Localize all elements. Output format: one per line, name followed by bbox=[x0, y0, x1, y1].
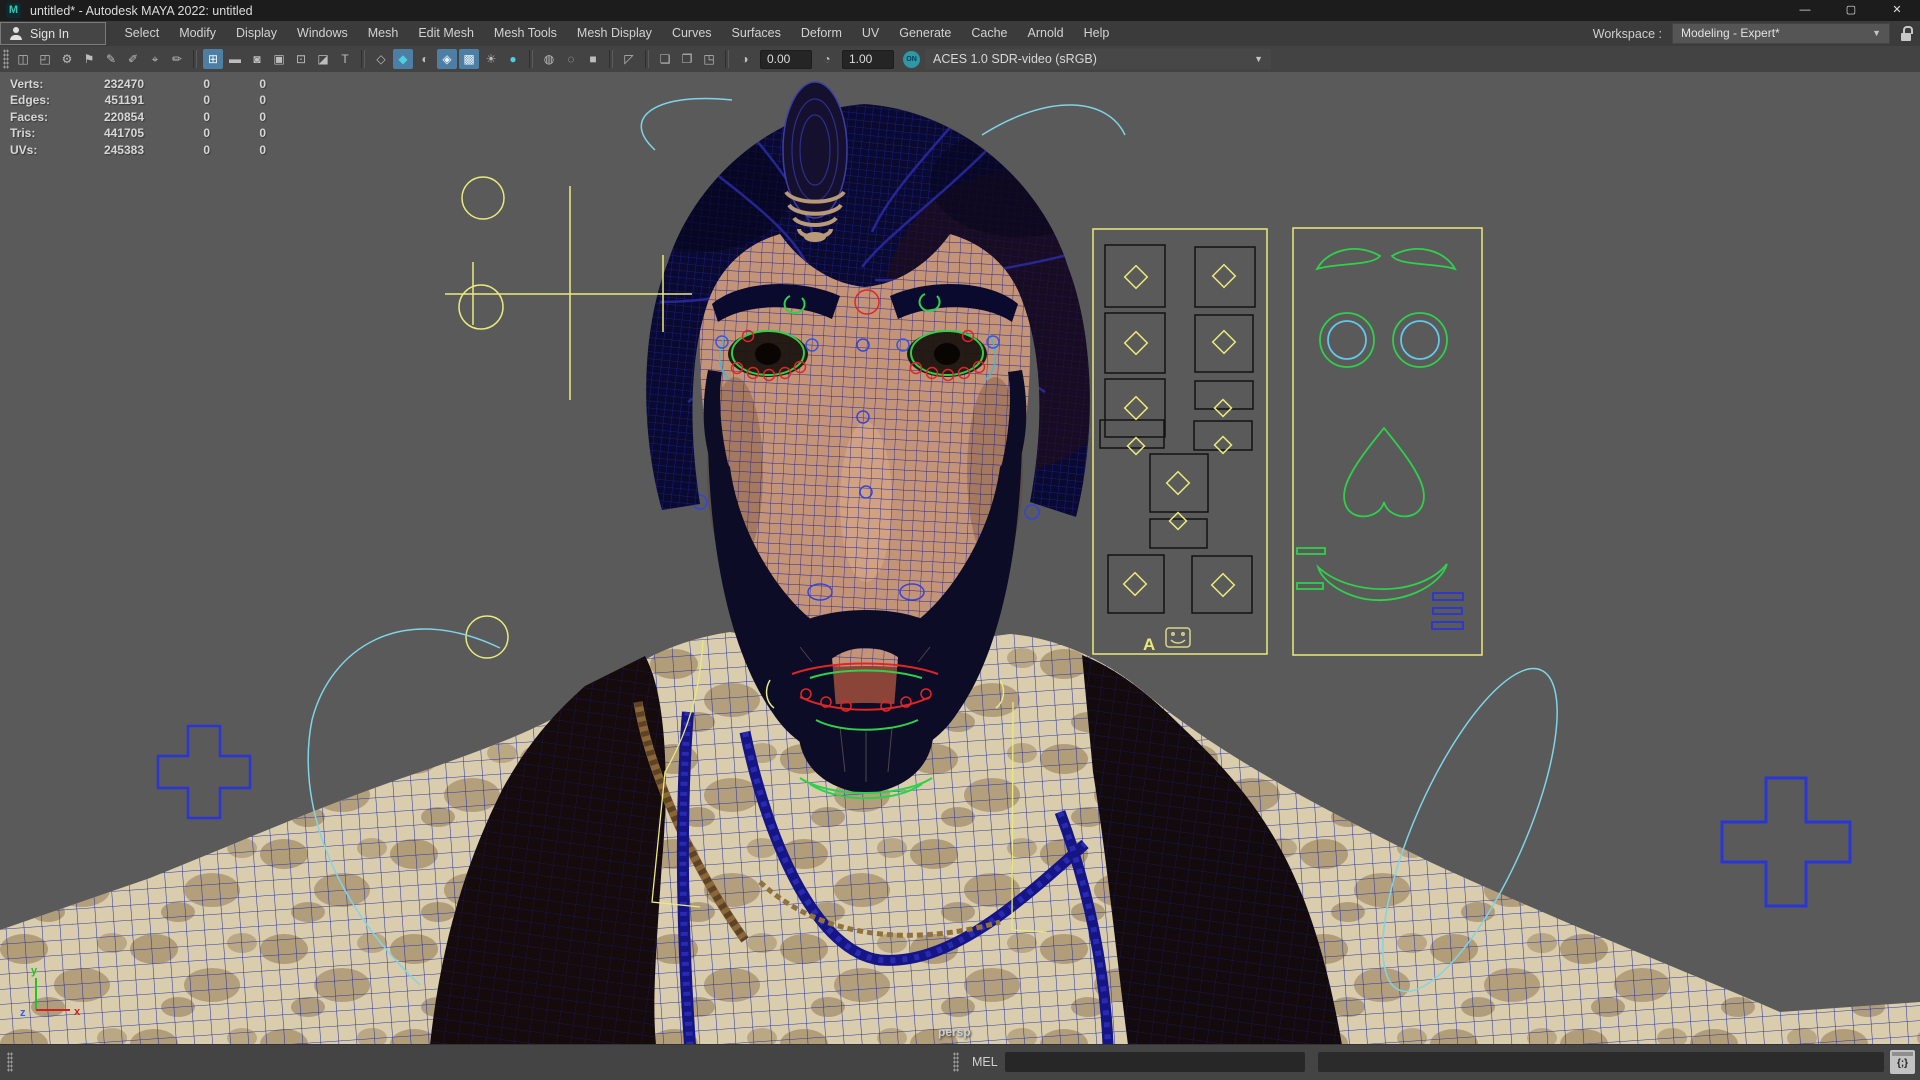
menu-mesh-display[interactable]: Mesh Display bbox=[567, 21, 662, 46]
menu-bar: teSelectModifyDisplayWindowsMeshEdit Mes… bbox=[0, 21, 1920, 47]
hud-row: Tris: 441705 0 0 bbox=[10, 126, 266, 141]
gamma-field[interactable]: 1.00 bbox=[842, 49, 894, 69]
hud-toggle-icon[interactable]: T bbox=[335, 49, 355, 69]
separator bbox=[609, 50, 613, 68]
smooth-shade-icon[interactable]: ◆ bbox=[393, 49, 413, 69]
maya-logo-icon: M bbox=[6, 3, 21, 18]
copy-icon[interactable]: ❐ bbox=[677, 49, 697, 69]
menu-deform[interactable]: Deform bbox=[791, 21, 852, 46]
menu-surfaces[interactable]: Surfaces bbox=[722, 21, 791, 46]
poly-count-hud: Verts: 232470 0 0 Edges: 451191 0 0 Faces: 220854… bbox=[10, 77, 266, 159]
hud-row: Edges: 451191 0 0 bbox=[10, 93, 266, 108]
plane-icon[interactable]: ■ bbox=[583, 49, 603, 69]
command-language-label[interactable]: MEL bbox=[972, 1055, 998, 1069]
status-line: ◫ ◰ ⚙ ⚑ ✎ ✐ ⌖ ✏ ⊞ ▬ ◙ ▣ ⊡ ◪ T ◇ ◆ ◐ ◈ ▩ ☀ ● ◍ ◌ ■ ◸ ❏ ❐ ◳ ◑ 0.00 ◔ 1.… bbox=[0, 46, 1920, 73]
menu-uv[interactable]: UV bbox=[852, 21, 889, 46]
checker-icon[interactable]: ▩ bbox=[459, 49, 479, 69]
exposure-field[interactable]: 0.00 bbox=[760, 49, 812, 69]
restore-button[interactable]: ▢ bbox=[1828, 0, 1874, 21]
separator bbox=[529, 50, 533, 68]
camera-lock-icon[interactable]: ◰ bbox=[35, 49, 55, 69]
title-bar: M untitled* - Autodesk MAYA 2022: untitl… bbox=[0, 0, 1920, 21]
resolution-gate-icon[interactable]: ◙ bbox=[247, 49, 267, 69]
ao-icon[interactable]: ◍ bbox=[539, 49, 559, 69]
camera-label: persp bbox=[938, 1025, 971, 1039]
chevron-down-icon: ▼ bbox=[1872, 28, 1881, 38]
chevron-down-icon: ▼ bbox=[1254, 54, 1263, 64]
render-view-icon[interactable]: ◫ bbox=[13, 49, 33, 69]
menu-curves[interactable]: Curves bbox=[662, 21, 722, 46]
workspace-value: Modeling - Expert* bbox=[1681, 26, 1780, 40]
grid-icon[interactable]: ⊞ bbox=[203, 49, 223, 69]
svg-text:x: x bbox=[74, 1006, 81, 1018]
bookmark-icon[interactable]: ⚑ bbox=[79, 49, 99, 69]
zoom-select-icon[interactable]: ⌖ bbox=[145, 49, 165, 69]
duplicate-icon[interactable]: ❏ bbox=[655, 49, 675, 69]
view-transform-dropdown[interactable]: ACES 1.0 SDR-video (sRGB) ▼ bbox=[925, 49, 1271, 69]
menu-arnold[interactable]: Arnold bbox=[1018, 21, 1074, 46]
shadows-icon[interactable]: ● bbox=[503, 49, 523, 69]
film-gate-icon[interactable]: ▬ bbox=[225, 49, 245, 69]
minimize-button[interactable]: — bbox=[1782, 0, 1828, 21]
scene-3d: A y x z bbox=[0, 72, 1920, 1045]
menu-edit-mesh[interactable]: Edit Mesh bbox=[408, 21, 484, 46]
menu-generate[interactable]: Generate bbox=[889, 21, 961, 46]
user-icon bbox=[9, 27, 23, 40]
input-output-icon[interactable]: ◳ bbox=[699, 49, 719, 69]
svg-text:y: y bbox=[31, 965, 38, 977]
drag-handle[interactable] bbox=[953, 1052, 959, 1072]
panel-letter: A bbox=[1143, 635, 1155, 654]
menu-mesh[interactable]: Mesh bbox=[358, 21, 409, 46]
drag-handle[interactable] bbox=[3, 49, 9, 69]
render-settings-icon[interactable]: ⚙ bbox=[57, 49, 77, 69]
close-button[interactable]: ✕ bbox=[1874, 0, 1920, 21]
script-editor-button[interactable]: {;} bbox=[1890, 1050, 1915, 1074]
sign-in-panel[interactable]: Sign In bbox=[0, 22, 106, 45]
menu-items: teSelectModifyDisplayWindowsMeshEdit Mes… bbox=[84, 21, 1119, 46]
paint-icon[interactable]: ✐ bbox=[123, 49, 143, 69]
command-line-bar: MEL {;} bbox=[0, 1044, 1920, 1080]
lock-icon[interactable] bbox=[1900, 26, 1913, 41]
textured-icon[interactable]: ◈ bbox=[437, 49, 457, 69]
menu-help[interactable]: Help bbox=[1074, 21, 1120, 46]
field-chart-icon[interactable]: ⊡ bbox=[291, 49, 311, 69]
gate-mask-icon[interactable]: ▣ bbox=[269, 49, 289, 69]
wireframe-icon[interactable]: ◇ bbox=[371, 49, 391, 69]
hud-row: Faces: 220854 0 0 bbox=[10, 109, 266, 124]
drag-handle[interactable] bbox=[7, 1052, 13, 1072]
exposure-icon[interactable]: ◑ bbox=[735, 49, 755, 69]
color-management-toggle[interactable]: ON bbox=[903, 50, 920, 68]
menu-modify[interactable]: Modify bbox=[169, 21, 226, 46]
menu-display[interactable]: Display bbox=[226, 21, 287, 46]
separator bbox=[645, 50, 649, 68]
workspace-dropdown[interactable]: Modeling - Expert* ▼ bbox=[1672, 23, 1890, 44]
gamma-icon[interactable]: ◔ bbox=[817, 49, 837, 69]
separator bbox=[725, 50, 729, 68]
bounding-box-icon[interactable]: ◐ bbox=[415, 49, 435, 69]
menu-mesh-tools[interactable]: Mesh Tools bbox=[484, 21, 567, 46]
command-result bbox=[1318, 1052, 1884, 1072]
separator bbox=[193, 50, 197, 68]
motion-blur-icon[interactable]: ◌ bbox=[561, 49, 581, 69]
sign-in-label: Sign In bbox=[30, 26, 69, 41]
svg-text:z: z bbox=[20, 1007, 26, 1019]
separator bbox=[361, 50, 365, 68]
menu-select[interactable]: Select bbox=[114, 21, 169, 46]
menu-windows[interactable]: Windows bbox=[287, 21, 358, 46]
perspective-viewport[interactable]: A y x z Verts: 232470 0 0 Edges: 451191 … bbox=[0, 72, 1920, 1045]
hud-row: Verts: 232470 0 0 bbox=[10, 77, 266, 91]
menu-cache[interactable]: Cache bbox=[961, 21, 1017, 46]
view-transform-value: ACES 1.0 SDR-video (sRGB) bbox=[933, 52, 1097, 66]
hud-row: UVs: 245383 0 0 bbox=[10, 142, 266, 157]
select-tool-icon[interactable]: ◸ bbox=[619, 49, 639, 69]
workspace-label: Workspace : bbox=[1592, 26, 1662, 41]
lights-icon[interactable]: ☀ bbox=[481, 49, 501, 69]
command-input[interactable] bbox=[1005, 1052, 1305, 1072]
image-plane-icon[interactable]: ◪ bbox=[313, 49, 333, 69]
pencil-icon[interactable]: ✎ bbox=[101, 49, 121, 69]
brush-icon[interactable]: ✏ bbox=[167, 49, 187, 69]
window-title: untitled* - Autodesk MAYA 2022: untitled bbox=[30, 3, 253, 18]
